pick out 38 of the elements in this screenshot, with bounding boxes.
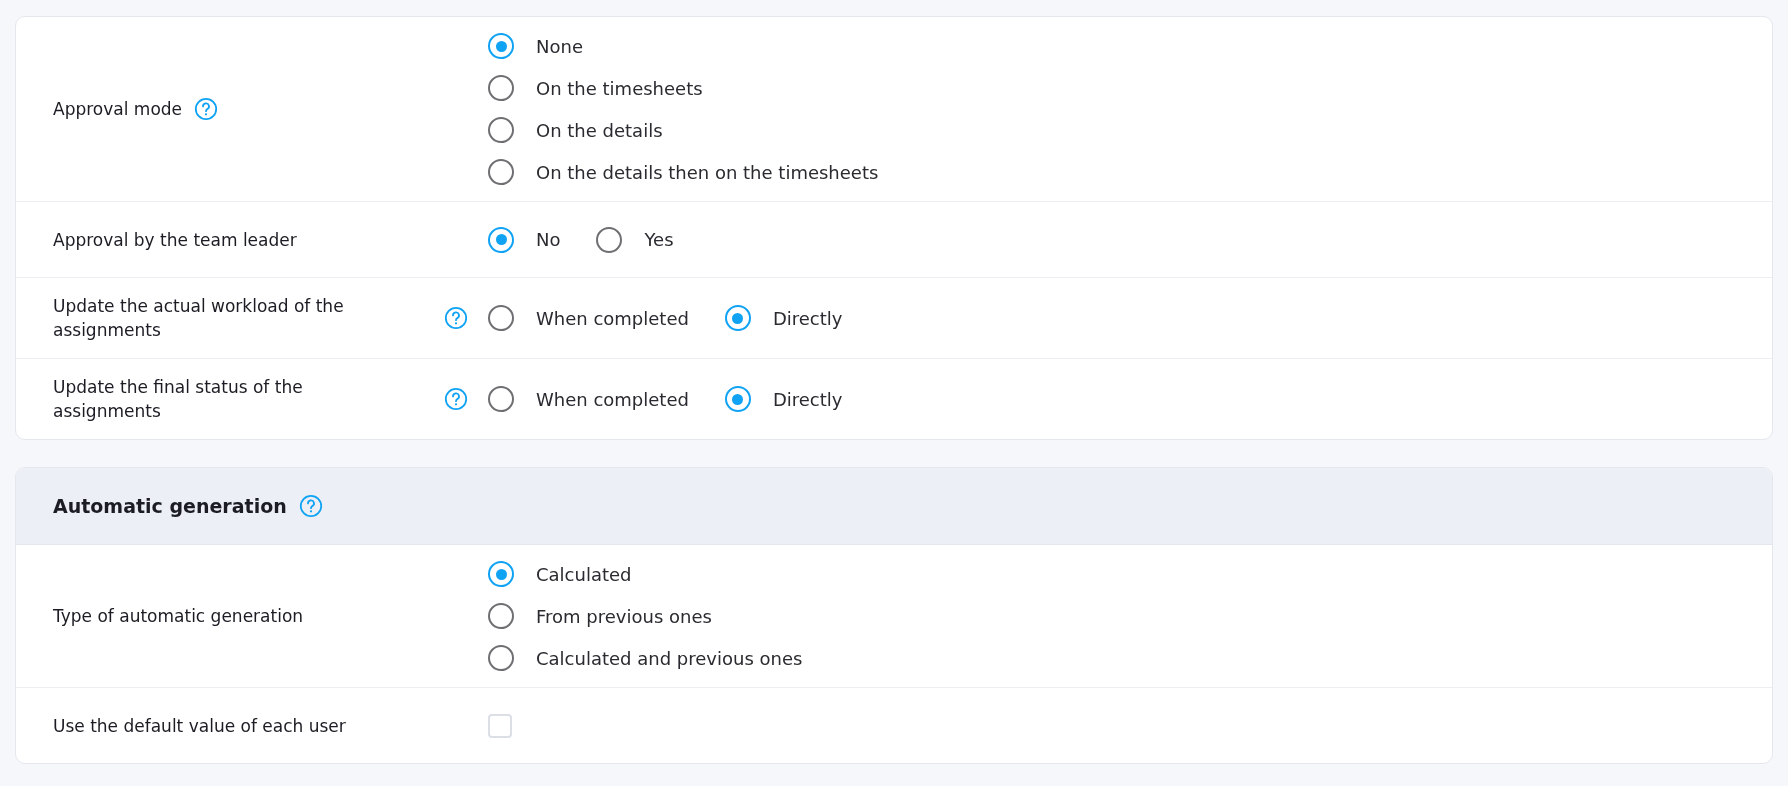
radio-button[interactable]: [488, 226, 514, 253]
setting-label: Update the actual workload of the assignments: [53, 295, 345, 342]
option-label[interactable]: Yes: [644, 229, 674, 250]
radio-button[interactable]: [724, 386, 751, 412]
radio-button[interactable]: [724, 305, 751, 331]
option-label[interactable]: Calculated and previous ones: [536, 647, 803, 669]
option-label[interactable]: None: [536, 35, 583, 57]
setting-label: Use the default value of each user: [53, 714, 346, 738]
radio-button[interactable]: [488, 159, 514, 185]
checkbox[interactable]: [488, 713, 512, 738]
setting-label: Approval mode: [53, 98, 183, 121]
radio-button[interactable]: [488, 117, 514, 143]
option-label[interactable]: On the details then on the timesheets: [536, 161, 879, 183]
option-label[interactable]: No: [536, 229, 561, 250]
radio-button[interactable]: [488, 603, 514, 629]
setting-label: Update the final status of the assignments: [53, 376, 304, 423]
section-title: Automatic generation: [53, 495, 287, 517]
setting-label: Approval by the team leader: [53, 228, 297, 252]
radio-button[interactable]: [488, 386, 514, 412]
option-label[interactable]: Calculated: [536, 563, 632, 585]
help-icon[interactable]: [194, 97, 219, 121]
setting-label: Type of automatic generation: [53, 605, 304, 628]
option-label[interactable]: Directly: [772, 388, 843, 410]
radio-button[interactable]: [488, 33, 514, 59]
help-icon[interactable]: [298, 494, 323, 518]
radio-button[interactable]: [488, 305, 514, 331]
radio-button[interactable]: [488, 561, 514, 587]
radio-button[interactable]: [488, 645, 514, 671]
radio-button[interactable]: [596, 226, 623, 253]
option-label[interactable]: On the details: [536, 119, 663, 141]
radio-button[interactable]: [488, 75, 514, 101]
option-label[interactable]: On the timesheets: [536, 77, 703, 99]
option-label[interactable]: From previous ones: [536, 605, 712, 627]
option-label[interactable]: When completed: [536, 388, 689, 410]
help-icon[interactable]: [444, 387, 468, 411]
option-label[interactable]: Directly: [772, 307, 843, 329]
help-icon[interactable]: [444, 306, 468, 330]
option-label[interactable]: When completed: [536, 307, 689, 329]
